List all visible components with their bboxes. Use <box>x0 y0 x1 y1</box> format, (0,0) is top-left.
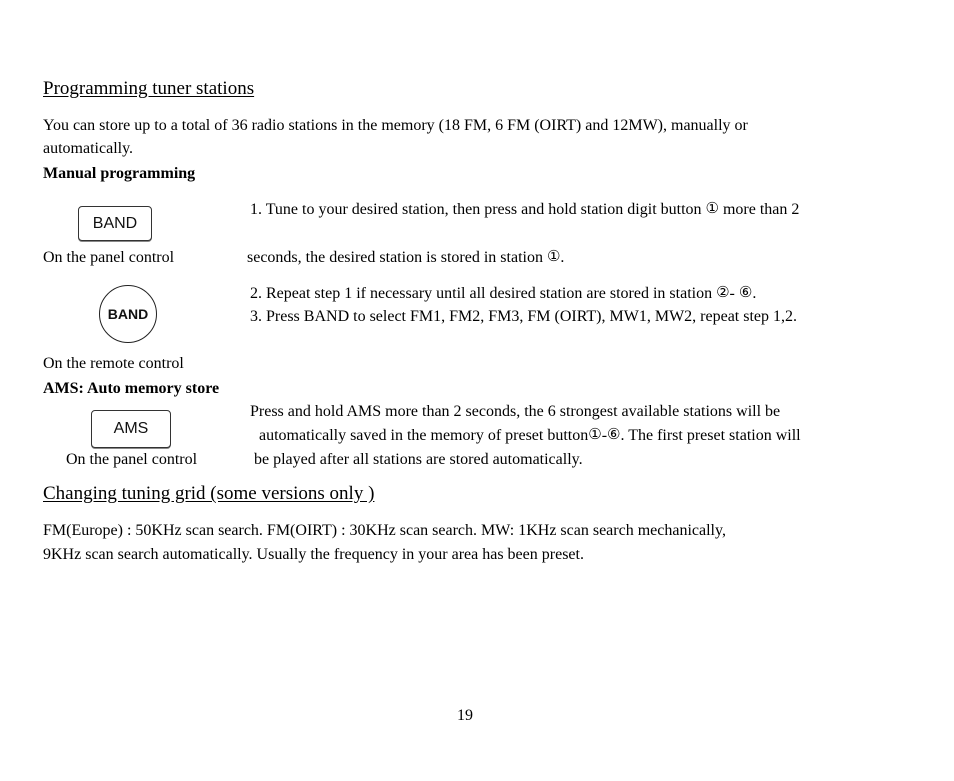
page-number: 19 <box>457 707 473 724</box>
section-title-programming: Programming tuner stations <box>43 78 255 99</box>
ams-panel-button-illustration: AMS <box>91 410 171 448</box>
step1-line1: 1. Tune to your desired station, then pr… <box>250 200 799 220</box>
circled-digit-1-icon: ① <box>588 425 602 443</box>
ams-text-line3: be played after all stations are stored … <box>254 451 583 468</box>
step2-text-a: 2. Repeat step 1 if necessary until all … <box>250 285 713 302</box>
dash: - <box>729 285 735 302</box>
band-panel-button-illustration: BAND <box>78 206 152 241</box>
intro-text-line1: You can store up to a total of 36 radio … <box>43 117 748 134</box>
circled-digit-1-icon: ① <box>705 199 719 217</box>
ams-text-a: automatically saved in the memory of pre… <box>259 427 589 444</box>
tuning-grid-text-line2: 9KHz scan search automatically. Usually … <box>43 546 584 563</box>
ams-panel-button-label: AMS <box>113 420 149 437</box>
step1-text-a: 1. Tune to your desired station, then pr… <box>250 201 702 218</box>
ams-text-line1: Press and hold AMS more than 2 seconds, … <box>250 403 781 420</box>
section-title-tuning-grid: Changing tuning grid (some versions only… <box>43 483 375 504</box>
step1-text-b: more than 2 <box>722 201 800 218</box>
step1-line2: seconds, the desired station is stored i… <box>247 248 564 268</box>
panel-control-caption: On the panel control <box>43 249 175 266</box>
ams-heading: AMS: Auto memory store <box>43 380 220 397</box>
circled-digit-6-icon: ⑥ <box>738 283 753 301</box>
step1-text-c: seconds, the desired station is stored i… <box>247 249 543 266</box>
step2-text: 2. Repeat step 1 if necessary until all … <box>250 284 756 304</box>
band-panel-button-label: BAND <box>92 214 138 232</box>
band-remote-button-illustration: BAND <box>99 285 157 343</box>
circled-digit-2-icon: ② <box>716 283 730 301</box>
circled-digit-1-icon: ① <box>546 247 561 265</box>
intro-text-line2: automatically. <box>43 140 134 157</box>
period: . <box>560 249 565 266</box>
ams-text-line2: automatically saved in the memory of pre… <box>259 426 801 446</box>
band-remote-button-label: BAND <box>107 306 149 322</box>
tuning-grid-text-line1: FM(Europe) : 50KHz scan search. FM(OIRT)… <box>43 522 726 539</box>
ams-panel-control-caption: On the panel control <box>66 451 198 468</box>
circled-digit-6-icon: ⑥ <box>607 425 621 443</box>
remote-control-caption: On the remote control <box>43 355 184 372</box>
period: . <box>752 285 757 302</box>
step3-text: 3. Press BAND to select FM1, FM2, FM3, F… <box>250 308 798 325</box>
manual-programming-heading: Manual programming <box>43 165 196 182</box>
ams-text-b: . The first preset station will <box>620 427 801 444</box>
